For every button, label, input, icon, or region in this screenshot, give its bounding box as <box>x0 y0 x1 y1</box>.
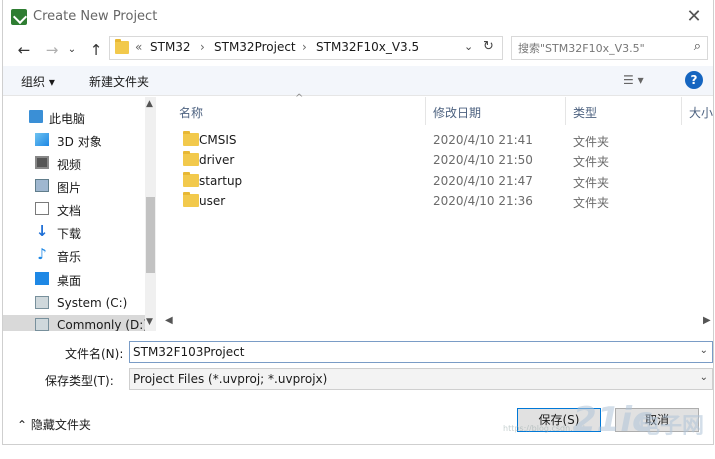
nav-item-label: Commonly (D:) <box>57 318 148 331</box>
folder-icon <box>183 172 199 187</box>
new-folder-button[interactable]: 新建文件夹 <box>89 73 149 90</box>
file-name: user <box>199 194 226 208</box>
search-box[interactable]: ⌕ <box>511 36 708 60</box>
nav-item-label: 视频 <box>57 158 82 172</box>
list-item[interactable]: user 2020/4/10 21:36 文件夹 <box>167 191 713 211</box>
chevron-down-icon[interactable]: ⌄ <box>700 345 708 356</box>
video-icon <box>35 156 49 169</box>
breadcrumb-stm32[interactable]: STM32 <box>150 40 191 54</box>
drive-icon <box>35 318 49 331</box>
scrollbar-thumb[interactable] <box>146 197 155 273</box>
list-item[interactable]: driver 2020/4/10 21:50 文件夹 <box>167 150 713 170</box>
document-icon <box>35 202 49 215</box>
breadcrumb-overflow[interactable]: « <box>135 40 142 54</box>
filetype-select[interactable]: Project Files (*.uvproj; *.uvprojx) ⌄ <box>129 368 713 390</box>
file-modified: 2020/4/10 21:50 <box>433 153 533 167</box>
window-title: Create New Project <box>33 9 158 24</box>
refresh-icon[interactable]: ↻ <box>483 39 494 54</box>
download-icon: ↓ <box>35 222 49 240</box>
title-bar: Create New Project ✕ <box>3 0 713 34</box>
folder-icon <box>115 39 129 54</box>
navigation-pane: 此电脑 3D 对象 视频 图片 文档 ↓ 下载 ♪ 音乐 桌面 System (… <box>3 97 155 331</box>
hide-folders-label: 隐藏文件夹 <box>30 418 91 432</box>
filename-label: 文件名(N): <box>65 347 124 361</box>
breadcrumb-stm32project[interactable]: STM32Project <box>214 40 296 54</box>
list-item[interactable]: startup 2020/4/10 21:47 文件夹 <box>167 171 713 191</box>
column-header-type[interactable]: 类型 <box>573 104 597 121</box>
search-icon[interactable]: ⌕ <box>694 39 701 54</box>
file-name: driver <box>199 153 235 167</box>
back-arrow-icon[interactable]: ← <box>13 40 35 60</box>
toolbar: 组织 ▾ 新建文件夹 ☰ ▾ ? <box>3 66 713 96</box>
column-header-modified[interactable]: 修改日期 <box>433 104 481 121</box>
column-divider[interactable] <box>425 97 426 125</box>
file-name: CMSIS <box>199 133 237 147</box>
scroll-right-icon[interactable]: ▶ <box>703 315 711 326</box>
chevron-right-icon: › <box>200 40 205 54</box>
nav-item-label: 下载 <box>57 227 82 241</box>
filename-field[interactable]: ⌄ <box>129 341 713 363</box>
breadcrumb-stm32f10x[interactable]: STM32F10x_V3.5 <box>316 40 419 54</box>
file-name: startup <box>199 174 243 188</box>
file-type: 文件夹 <box>573 176 610 190</box>
drive-icon <box>35 296 49 309</box>
nav-item-label: 文档 <box>57 204 82 218</box>
desktop-icon <box>35 272 49 285</box>
keil-app-icon <box>11 9 27 25</box>
computer-icon <box>29 110 43 123</box>
hide-folders-toggle[interactable]: ⌃ 隐藏文件夹 <box>17 416 91 433</box>
scroll-up-icon[interactable]: ▲ <box>146 99 153 109</box>
cancel-button[interactable]: 取消 <box>615 408 699 432</box>
save-dialog: Create New Project ✕ ← → ⌄ ↑ « STM32 › S… <box>2 0 714 445</box>
file-list: ^ 名称 修改日期 类型 大小 CMSIS 2020/4/10 21:41 文件… <box>167 93 713 315</box>
music-icon: ♪ <box>37 245 47 263</box>
filename-input[interactable] <box>133 344 673 360</box>
filetype-value: Project Files (*.uvproj; *.uvprojx) <box>133 372 328 386</box>
nav-item-label: System (C:) <box>57 296 128 310</box>
pictures-icon <box>35 179 49 192</box>
list-item[interactable]: CMSIS 2020/4/10 21:41 文件夹 <box>167 130 713 150</box>
recent-locations-chevron-icon[interactable]: ⌄ <box>61 40 83 60</box>
nav-item-label: 3D 对象 <box>57 135 102 149</box>
nav-scrollbar[interactable]: ▲ ▼ <box>145 97 156 331</box>
file-modified: 2020/4/10 21:36 <box>433 194 533 208</box>
nav-item-label: 音乐 <box>57 250 82 264</box>
chevron-up-icon: ⌃ <box>17 418 31 432</box>
chevron-down-icon[interactable]: ⌄ <box>700 372 708 383</box>
folder-icon <box>183 151 199 166</box>
column-divider[interactable] <box>681 97 682 125</box>
scroll-left-icon[interactable]: ◀ <box>165 315 173 326</box>
file-list-hscrollbar[interactable]: ◀ ▶ <box>159 315 713 327</box>
file-type: 文件夹 <box>573 155 610 169</box>
filetype-label: 保存类型(T): <box>45 374 114 388</box>
scroll-down-icon[interactable]: ▼ <box>146 317 153 327</box>
folder-icon <box>183 192 199 207</box>
view-options-icon[interactable]: ☰ ▾ <box>623 73 644 87</box>
search-input[interactable] <box>518 40 678 56</box>
nav-item-label: 此电脑 <box>49 112 86 126</box>
file-modified: 2020/4/10 21:47 <box>433 174 533 188</box>
up-arrow-icon[interactable]: ↑ <box>85 40 107 60</box>
file-modified: 2020/4/10 21:41 <box>433 133 533 147</box>
file-type: 文件夹 <box>573 196 610 210</box>
organize-button[interactable]: 组织 ▾ <box>21 73 55 90</box>
cube-icon <box>35 133 49 146</box>
address-dropdown-icon[interactable]: ⌄ <box>464 40 473 53</box>
file-type: 文件夹 <box>573 135 610 149</box>
column-header-name[interactable]: 名称 <box>179 104 203 121</box>
address-bar[interactable]: « STM32 › STM32Project › STM32F10x_V3.5 … <box>109 36 503 60</box>
forward-arrow-icon[interactable]: → <box>41 40 63 60</box>
column-header-size[interactable]: 大小 <box>689 104 713 121</box>
folder-icon <box>183 131 199 146</box>
chevron-right-icon: › <box>302 40 307 54</box>
close-button[interactable]: ✕ <box>679 4 709 30</box>
nav-item-label: 桌面 <box>57 274 82 288</box>
help-icon[interactable]: ? <box>685 71 703 89</box>
nav-item-label: 图片 <box>57 181 82 195</box>
column-divider[interactable] <box>565 97 566 125</box>
sort-ascending-icon: ^ <box>295 93 304 104</box>
save-button[interactable]: 保存(S) <box>517 408 601 432</box>
